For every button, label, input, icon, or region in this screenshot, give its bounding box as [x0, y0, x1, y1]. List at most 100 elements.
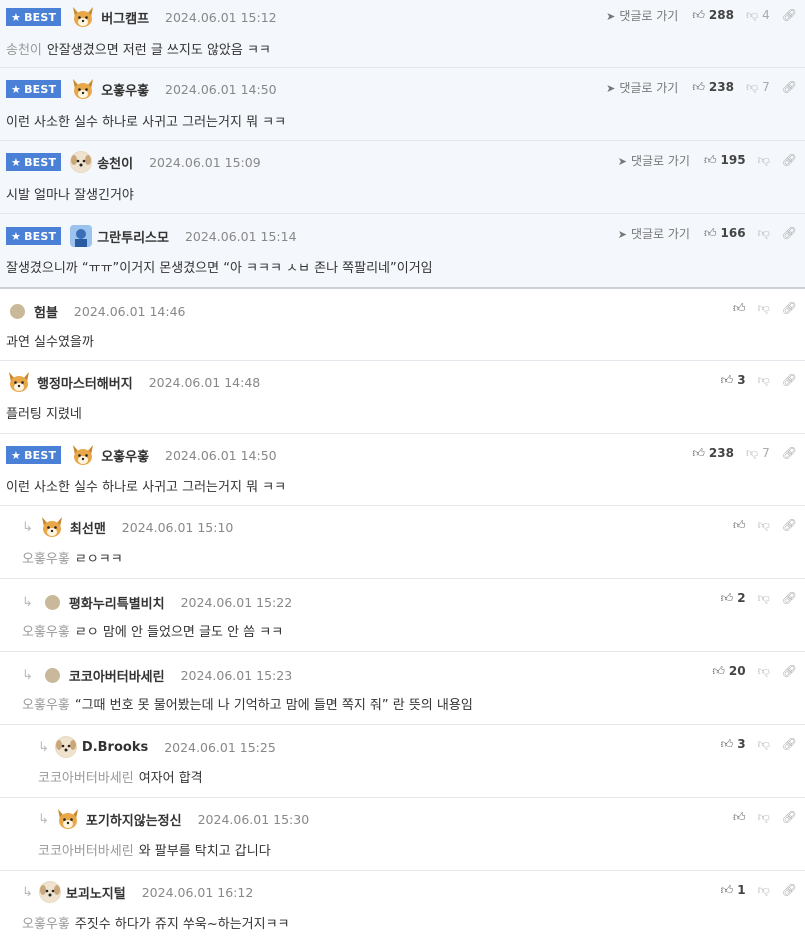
link-icon[interactable]: 🔗︎ — [782, 373, 797, 387]
nickname[interactable]: 오홓우홓 — [101, 446, 149, 465]
comment-header: ↳ 포기하지않는정신 2024.06.01 15:30 — [38, 808, 309, 830]
link-icon[interactable]: 🔗︎ — [782, 591, 797, 605]
best-comment: ★ BEST 오홓우홓 2024.06.01 14:50 ➤ 댓글로 가기 👍︎ 23… — [0, 68, 805, 141]
dislike-button[interactable]: 👎︎ — [758, 226, 770, 241]
goto-comment-link[interactable]: ➤ 댓글로 가기 — [618, 152, 690, 169]
reply-comment: ↳ 코코아버터바세린 2024.06.01 15:23 👍︎ 20 👎︎ 🔗︎ 오… — [0, 652, 805, 725]
avatar[interactable] — [44, 594, 60, 610]
nickname[interactable]: 험블 — [34, 302, 58, 321]
dislike-button[interactable]: 👎︎ — [758, 664, 770, 679]
dislike-button[interactable]: 👎︎ 7 — [746, 446, 770, 461]
link-icon[interactable]: 🔗︎ — [782, 737, 797, 751]
like-button[interactable]: 👍︎ 288 — [692, 8, 734, 23]
mention[interactable]: 오홓우홓 — [22, 698, 70, 713]
like-button[interactable]: 👍︎ 20 — [712, 664, 745, 679]
dislike-button[interactable]: 👎︎ — [758, 883, 770, 898]
link-icon[interactable]: 🔗︎ — [782, 664, 797, 678]
dislike-button[interactable]: 👎︎ — [758, 373, 770, 388]
mention[interactable]: 송천이 — [6, 43, 42, 58]
comment-date: 2024.06.01 15:25 — [164, 739, 276, 755]
nickname[interactable]: D.Brooks — [82, 740, 148, 755]
avatar[interactable] — [70, 225, 93, 247]
mention[interactable]: 코코아버터바세린 — [38, 771, 134, 786]
avatar[interactable] — [70, 77, 96, 101]
like-button[interactable]: 👍︎ — [733, 518, 746, 533]
dislike-button[interactable]: 👎︎ — [758, 810, 770, 825]
comment-date: 2024.06.01 16:12 — [141, 884, 254, 900]
comment-body: 코코아버터바세린 와 팔부를 탁치고 갑니다 — [38, 840, 271, 859]
mention[interactable]: 오홓우홓 — [22, 552, 70, 567]
nickname[interactable]: 오홓우홓 — [101, 80, 149, 99]
comment-date: 2024.06.01 15:23 — [180, 667, 293, 683]
nickname[interactable]: 송천이 — [97, 153, 133, 172]
avatar[interactable] — [55, 807, 81, 831]
comment-actions: 👍︎ 👎︎ 🔗︎ — [733, 516, 797, 534]
like-count: 238 — [708, 446, 734, 460]
mention[interactable]: 오홓우홓 — [22, 625, 70, 640]
like-count: 288 — [708, 8, 734, 22]
link-icon[interactable]: 🔗︎ — [782, 226, 797, 240]
dislike-button[interactable]: 👎︎ — [758, 153, 770, 168]
comment-date: 2024.06.01 15:12 — [165, 9, 277, 25]
reply-arrow-icon: ↳ — [22, 594, 33, 610]
link-icon[interactable]: 🔗︎ — [782, 8, 797, 22]
comment-body: 이런 사소한 실수 하나로 사귀고 그러는거지 뭐 ㅋㅋ — [6, 476, 286, 495]
comment-actions: 👍︎ 3 👎︎ 🔗︎ — [721, 735, 797, 753]
dislike-button[interactable]: 👎︎ — [758, 737, 770, 752]
dislike-button[interactable]: 👎︎ 4 — [746, 8, 770, 23]
comment-header: 험블 2024.06.01 14:46 — [6, 300, 186, 322]
avatar[interactable] — [70, 151, 93, 173]
link-icon[interactable]: 🔗︎ — [782, 810, 797, 824]
thumbs-down-icon: 👎︎ — [757, 300, 770, 315]
like-button[interactable]: 👍︎ 166 — [704, 226, 746, 241]
avatar[interactable] — [70, 5, 96, 29]
avatar[interactable] — [10, 303, 25, 319]
nickname[interactable]: 행정마스터해버지 — [37, 373, 133, 392]
link-icon[interactable]: 🔗︎ — [782, 301, 797, 315]
like-button[interactable]: 👍︎ 195 — [704, 153, 746, 168]
link-icon[interactable]: 🔗︎ — [782, 80, 797, 94]
nickname[interactable]: 최선맨 — [70, 518, 106, 537]
like-button[interactable]: 👍︎ — [733, 810, 746, 825]
avatar[interactable] — [38, 881, 61, 903]
like-button[interactable]: 👍︎ — [733, 301, 746, 316]
avatar[interactable] — [70, 443, 96, 467]
nickname[interactable]: 코코아버터바세린 — [69, 666, 165, 685]
like-count: 195 — [720, 153, 746, 167]
nickname[interactable]: 평화누리특별비치 — [69, 593, 165, 612]
goto-comment-link[interactable]: ➤ 댓글로 가기 — [618, 225, 690, 242]
nickname[interactable]: 보괴노지털 — [66, 883, 126, 902]
avatar[interactable] — [39, 515, 65, 539]
thumbs-down-icon: 👎︎ — [757, 372, 770, 387]
avatar[interactable] — [6, 370, 32, 394]
dislike-button[interactable]: 👎︎ — [758, 591, 770, 606]
dislike-button[interactable]: 👎︎ — [758, 518, 770, 533]
thumbs-down-icon: 👎︎ — [745, 445, 759, 460]
nickname[interactable]: 포기하지않는정신 — [86, 810, 182, 829]
avatar[interactable] — [44, 667, 60, 683]
avatar[interactable] — [54, 736, 77, 758]
dislike-button[interactable]: 👎︎ 7 — [746, 80, 770, 95]
goto-comment-link[interactable]: ➤ 댓글로 가기 — [606, 7, 678, 24]
like-button[interactable]: 👍︎ 3 — [721, 737, 746, 752]
comment-text: 과연 실수였을까 — [6, 335, 94, 350]
nickname[interactable]: 그란투리스모 — [97, 227, 169, 246]
like-button[interactable]: 👍︎ 238 — [692, 80, 734, 95]
link-icon[interactable]: 🔗︎ — [782, 446, 797, 460]
link-icon[interactable]: 🔗︎ — [782, 153, 797, 167]
reply-arrow-icon: ↳ — [22, 884, 33, 900]
mention[interactable]: 코코아버터바세린 — [38, 844, 134, 859]
link-icon[interactable]: 🔗︎ — [782, 883, 797, 897]
like-button[interactable]: 👍︎ 3 — [721, 373, 746, 388]
comment-date: 2024.06.01 14:50 — [165, 447, 277, 463]
comment-header: ↳ 보괴노지털 2024.06.01 16:12 — [22, 881, 253, 903]
like-button[interactable]: 👍︎ 238 — [692, 446, 734, 461]
nickname[interactable]: 버그캠프 — [101, 8, 149, 27]
like-button[interactable]: 👍︎ 1 — [721, 883, 746, 898]
mention[interactable]: 오홓우홓 — [22, 917, 70, 932]
comment: 험블 2024.06.01 14:46 👍︎ 👎︎ 🔗︎ 과연 실수였을까 — [0, 289, 805, 361]
dislike-button[interactable]: 👎︎ — [758, 301, 770, 316]
like-button[interactable]: 👍︎ 2 — [721, 591, 746, 606]
goto-comment-link[interactable]: ➤ 댓글로 가기 — [606, 79, 678, 96]
link-icon[interactable]: 🔗︎ — [782, 518, 797, 532]
